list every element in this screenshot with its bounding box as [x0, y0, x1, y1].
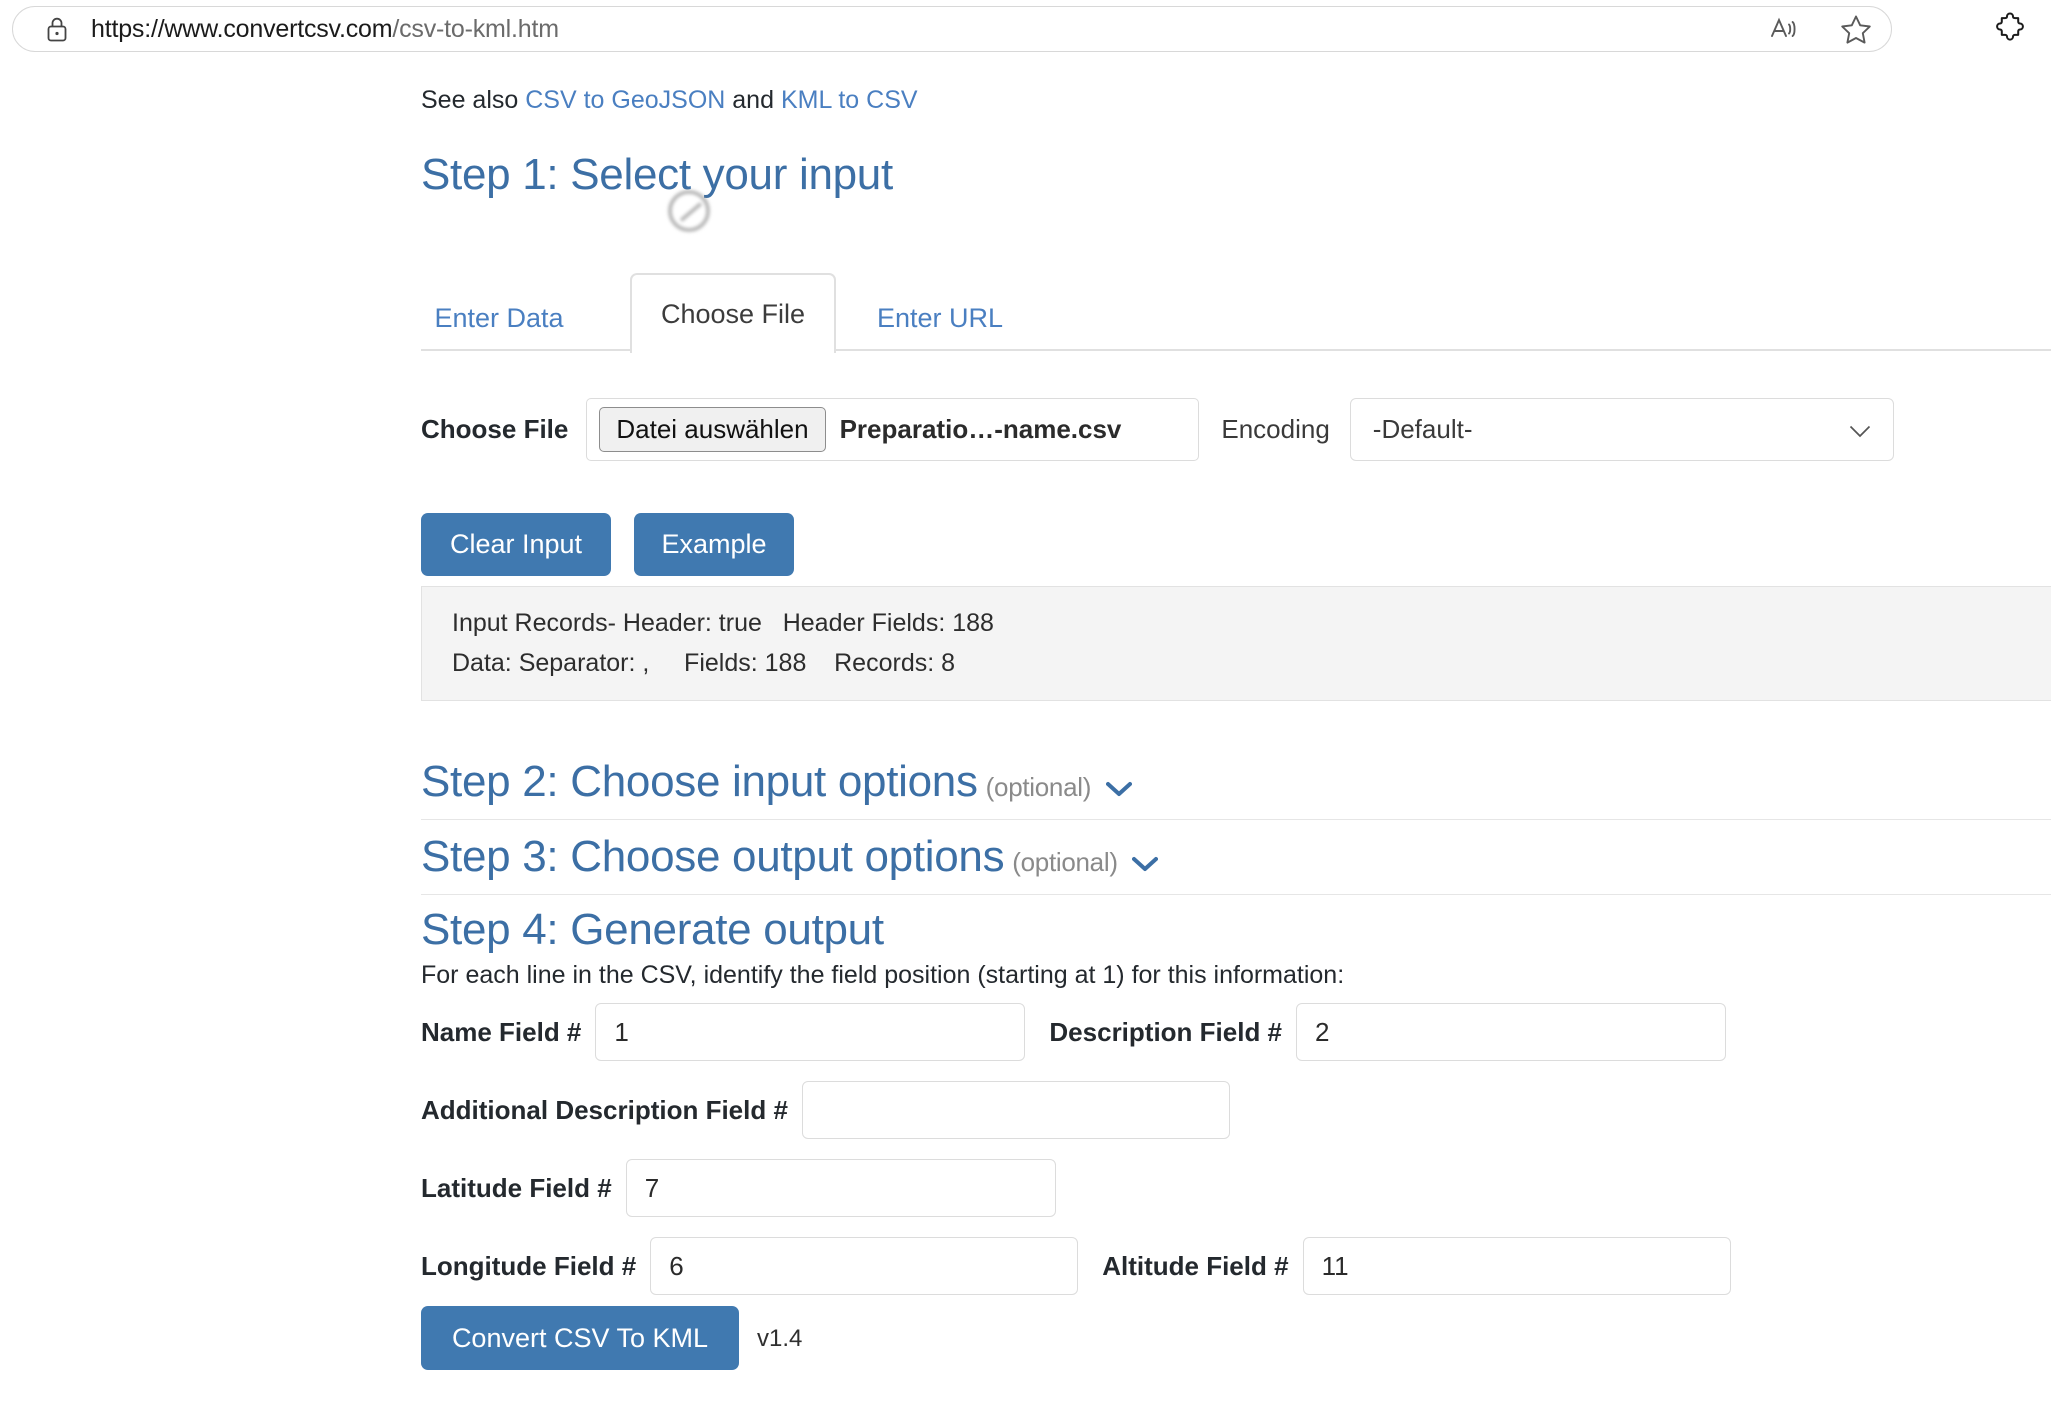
additional-description-field-row: Additional Description Field # — [421, 1081, 1230, 1139]
choose-file-label: Choose File — [421, 414, 568, 445]
step4-heading: Step 4: Generate output — [421, 905, 884, 955]
latitude-field-row: Latitude Field # — [421, 1159, 1056, 1217]
omnibox-actions — [1767, 7, 1873, 51]
tab-choose-file-label: Choose File — [661, 299, 805, 330]
star-icon[interactable] — [1839, 12, 1873, 46]
link-csv-to-geojson[interactable]: CSV to GeoJSON — [525, 86, 725, 114]
see-also-line: See also CSV to GeoJSON and KML to CSV — [421, 86, 918, 115]
link-kml-to-csv[interactable]: KML to CSV — [781, 86, 918, 114]
altitude-field-input[interactable] — [1303, 1237, 1731, 1295]
url-path: /csv-to-kml.htm — [392, 15, 558, 43]
encoding-label: Encoding — [1221, 414, 1329, 445]
step2-optional-label: (optional) — [986, 772, 1091, 802]
choose-file-row: Choose File Datei auswählen Preparatio…-… — [421, 398, 1894, 461]
additional-description-field-input[interactable] — [802, 1081, 1230, 1139]
url-domain: https://www.convertcsv.com — [91, 15, 392, 43]
altitude-field-label: Altitude Field # — [1102, 1251, 1288, 1282]
lock-icon — [45, 17, 69, 41]
latitude-field-label: Latitude Field # — [421, 1173, 612, 1204]
puzzle-piece-icon[interactable] — [1993, 11, 2029, 47]
step2-heading-text: Step 2: Choose input options — [421, 757, 978, 806]
longitude-field-input[interactable] — [650, 1237, 1078, 1295]
step3-optional-label: (optional) — [1012, 847, 1117, 877]
latitude-field-input[interactable] — [626, 1159, 1056, 1217]
name-field-row: Name Field # Description Field # — [421, 1003, 1726, 1061]
chevron-down-icon — [1849, 414, 1871, 445]
description-field-input[interactable] — [1296, 1003, 1726, 1061]
page-viewport: See also CSV to GeoJSON and KML to CSV S… — [0, 58, 2051, 1406]
selected-file-name: Preparatio…-name.csv — [840, 414, 1122, 445]
step3-heading[interactable]: Step 3: Choose output options (optional) — [421, 832, 1158, 882]
convert-csv-to-kml-button[interactable]: Convert CSV To KML — [421, 1306, 739, 1370]
file-select-button[interactable]: Datei auswählen — [599, 407, 825, 452]
tab-enter-url[interactable]: Enter URL — [870, 283, 1010, 353]
step2-heading[interactable]: Step 2: Choose input options (optional) — [421, 757, 1132, 807]
tab-choose-file[interactable]: Choose File — [630, 273, 836, 353]
step1-heading: Step 1: Select your input — [421, 150, 893, 200]
step3-heading-text: Step 3: Choose output options — [421, 832, 1004, 881]
input-records-info-panel: Input Records- Header: true Header Field… — [421, 586, 2051, 701]
url-text: https://www.convertcsv.com/csv-to-kml.ht… — [91, 15, 559, 44]
tab-enter-data[interactable]: Enter Data — [421, 283, 577, 353]
tab-enter-data-label: Enter Data — [434, 303, 563, 334]
clear-input-button[interactable]: Clear Input — [421, 513, 611, 576]
address-bar[interactable]: https://www.convertcsv.com/csv-to-kml.ht… — [12, 6, 1892, 52]
file-input[interactable]: Datei auswählen Preparatio…-name.csv — [586, 398, 1199, 461]
longitude-field-row: Longitude Field # Altitude Field # — [421, 1237, 1731, 1295]
version-text: v1.4 — [757, 1325, 802, 1353]
name-field-label: Name Field # — [421, 1017, 581, 1048]
step2-divider — [421, 819, 2051, 820]
input-source-tabs: Enter Data Choose File Enter URL — [421, 273, 2051, 351]
see-also-middle: and — [725, 86, 781, 114]
name-field-input[interactable] — [595, 1003, 1025, 1061]
description-field-label: Description Field # — [1049, 1017, 1282, 1048]
additional-description-field-label: Additional Description Field # — [421, 1095, 788, 1126]
info-line-data: Data: Separator: , Fields: 188 Records: … — [452, 643, 2051, 683]
example-button[interactable]: Example — [634, 513, 794, 576]
tab-enter-url-label: Enter URL — [877, 303, 1003, 334]
step3-divider — [421, 894, 2051, 895]
encoding-select[interactable]: -Default- — [1350, 398, 1894, 461]
longitude-field-label: Longitude Field # — [421, 1251, 636, 1282]
step4-intro-text: For each line in the CSV, identify the f… — [421, 961, 1344, 990]
chevron-down-icon[interactable] — [1125, 846, 1158, 877]
read-aloud-icon[interactable] — [1767, 12, 1801, 46]
see-also-prefix: See also — [421, 86, 525, 114]
encoding-value: -Default- — [1373, 414, 1473, 445]
info-line-header: Input Records- Header: true Header Field… — [452, 603, 2051, 643]
browser-chrome: https://www.convertcsv.com/csv-to-kml.ht… — [0, 0, 2051, 58]
chevron-down-icon[interactable] — [1098, 771, 1131, 802]
